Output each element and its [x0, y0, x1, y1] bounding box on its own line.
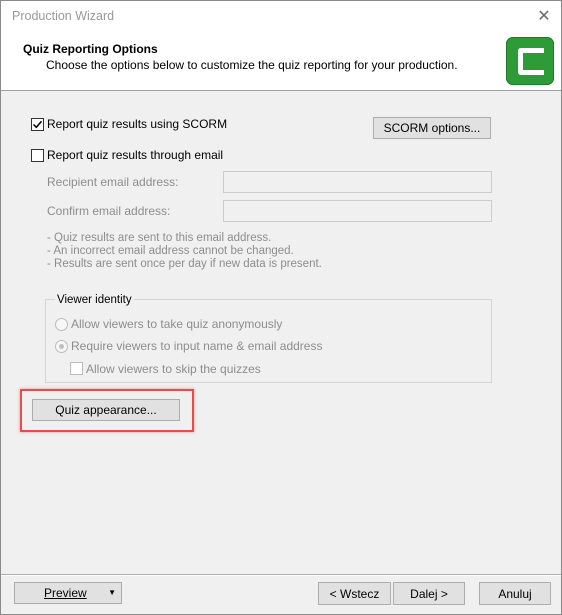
viewer-identity-legend: Viewer identity	[55, 294, 134, 306]
scorm-checkbox[interactable]	[31, 118, 44, 131]
page-subtitle: Choose the options below to customize th…	[46, 58, 458, 72]
wizard-header: Quiz Reporting Options Choose the option…	[1, 31, 561, 91]
email-note: - An incorrect email address cannot be c…	[47, 245, 294, 257]
skip-quizzes-label[interactable]: Allow viewers to skip the quizzes	[86, 362, 261, 376]
camtasia-logo-icon	[506, 37, 554, 85]
checkmark-icon	[32, 120, 43, 129]
scorm-options-button[interactable]: SCORM options...	[373, 117, 491, 139]
title-bar: Production Wizard ✕	[1, 1, 561, 31]
quiz-appearance-button[interactable]: Quiz appearance...	[32, 399, 180, 421]
recipient-email-field[interactable]	[223, 171, 492, 193]
window-title: Production Wizard	[12, 9, 115, 23]
email-checkbox-label[interactable]: Report quiz results through email	[47, 148, 223, 162]
close-button[interactable]: ✕	[527, 1, 561, 31]
require-identity-radio-label[interactable]: Require viewers to input name & email ad…	[71, 339, 322, 353]
production-wizard-window: Production Wizard ✕ Quiz Reporting Optio…	[0, 0, 562, 615]
email-checkbox[interactable]	[31, 149, 44, 162]
scorm-checkbox-label[interactable]: Report quiz results using SCORM	[47, 117, 227, 131]
confirm-email-label: Confirm email address:	[47, 204, 171, 218]
chevron-down-icon: ▼	[108, 588, 116, 597]
preview-button[interactable]: Preview ▼	[14, 582, 122, 604]
next-button[interactable]: Dalej >	[393, 582, 465, 605]
recipient-email-label: Recipient email address:	[47, 175, 179, 189]
close-icon: ✕	[537, 8, 551, 25]
back-button[interactable]: < Wstecz	[318, 582, 391, 605]
require-identity-radio[interactable]	[55, 340, 68, 353]
confirm-email-field[interactable]	[223, 200, 492, 222]
email-note: - Results are sent once per day if new d…	[47, 258, 322, 270]
email-note: - Quiz results are sent to this email ad…	[47, 232, 272, 244]
preview-button-label: Preview	[44, 586, 87, 600]
anonymous-radio-label[interactable]: Allow viewers to take quiz anonymously	[71, 317, 282, 331]
anonymous-radio[interactable]	[55, 318, 68, 331]
skip-quizzes-checkbox[interactable]	[70, 362, 83, 375]
page-title: Quiz Reporting Options	[23, 42, 158, 56]
cancel-button[interactable]: Anuluj	[479, 582, 551, 605]
